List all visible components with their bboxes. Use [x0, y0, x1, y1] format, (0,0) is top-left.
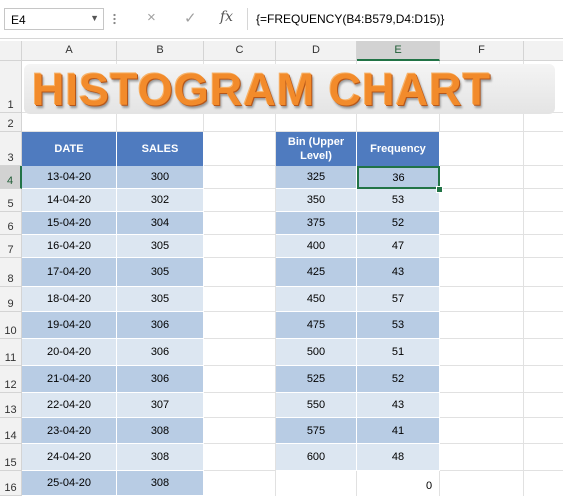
date-cell[interactable]: 13-04-20	[22, 166, 117, 189]
sales-cell[interactable]: 306	[117, 339, 204, 366]
date-cell[interactable]: 15-04-20	[22, 212, 117, 235]
column-header-b[interactable]: B	[117, 41, 204, 61]
sales-cell[interactable]: 308	[117, 418, 204, 444]
row-header-4[interactable]: 4	[0, 166, 22, 189]
sales-cell[interactable]: 306	[117, 312, 204, 339]
frequency-header[interactable]: Frequency	[357, 132, 440, 166]
row-header-3[interactable]: 3	[0, 132, 22, 166]
gridline	[523, 61, 524, 496]
date-cell[interactable]: 22-04-20	[22, 393, 117, 418]
sales-cell[interactable]: 307	[117, 393, 204, 418]
bin-cell[interactable]: 475	[276, 312, 357, 339]
bin-cell[interactable]: 375	[276, 212, 357, 235]
row-header-10[interactable]: 10	[0, 312, 22, 339]
date-cell[interactable]: 24-04-20	[22, 444, 117, 471]
row-header-1[interactable]: 1	[0, 61, 22, 113]
date-cell[interactable]: 21-04-20	[22, 366, 117, 393]
frequency-cell[interactable]: 47	[357, 235, 440, 258]
name-box[interactable]: E4 ▼	[4, 8, 104, 30]
date-cell[interactable]: 18-04-20	[22, 287, 117, 312]
sales-cell[interactable]: 305	[117, 258, 204, 287]
column-header-d[interactable]: D	[276, 41, 357, 61]
date-cell[interactable]: 23-04-20	[22, 418, 117, 444]
column-header-f[interactable]: F	[440, 41, 524, 61]
column-header-e[interactable]: E	[357, 41, 440, 61]
sales-cell[interactable]: 308	[117, 471, 204, 496]
row-header-9[interactable]: 9	[0, 287, 22, 312]
date-cell[interactable]: 19-04-20	[22, 312, 117, 339]
date-cell[interactable]: 16-04-20	[22, 235, 117, 258]
overflow-frequency-cell[interactable]: 0	[426, 480, 432, 492]
row-header-12[interactable]: 12	[0, 366, 22, 393]
function-icon[interactable]: fx	[220, 9, 233, 25]
frequency-cell[interactable]: 52	[357, 366, 440, 393]
sales-cell[interactable]: 304	[117, 212, 204, 235]
sales-cell[interactable]: 302	[117, 189, 204, 212]
bin-cell[interactable]: 550	[276, 393, 357, 418]
bin-cell[interactable]: 500	[276, 339, 357, 366]
row-header-7[interactable]: 7	[0, 235, 22, 258]
date-cell[interactable]: 14-04-20	[22, 189, 117, 212]
sales-cell[interactable]: 306	[117, 366, 204, 393]
date-cell[interactable]: 17-04-20	[22, 258, 117, 287]
date-cell[interactable]: 25-04-20	[22, 471, 117, 496]
grip-icon[interactable]	[113, 13, 116, 25]
frequency-cell[interactable]: 52	[357, 212, 440, 235]
chevron-down-icon[interactable]: ▼	[90, 13, 99, 23]
formula-input[interactable]: {=FREQUENCY(B4:B579,D4:D15)}	[256, 12, 444, 26]
frequency-cell[interactable]: 48	[357, 444, 440, 471]
bin-cell[interactable]: 450	[276, 287, 357, 312]
frequency-cell-active[interactable]: 36	[357, 166, 440, 189]
row-header-14[interactable]: 14	[0, 418, 22, 444]
row-header-13[interactable]: 13	[0, 393, 22, 418]
frequency-cell[interactable]: 53	[357, 189, 440, 212]
frequency-cell[interactable]: 51	[357, 339, 440, 366]
sales-cell[interactable]: 300	[117, 166, 204, 189]
row-header-11[interactable]: 11	[0, 339, 22, 366]
row-header-5[interactable]: 5	[0, 189, 22, 212]
select-all-corner[interactable]	[0, 41, 22, 61]
row-header-6[interactable]: 6	[0, 212, 22, 235]
frequency-cell[interactable]: 53	[357, 312, 440, 339]
row-header-8[interactable]: 8	[0, 258, 22, 287]
frequency-cell[interactable]: 57	[357, 287, 440, 312]
bin-cell[interactable]: 400	[276, 235, 357, 258]
frequency-cell[interactable]: 43	[357, 258, 440, 287]
row-header-16[interactable]: 16	[0, 471, 22, 496]
sales-header-date[interactable]: DATE	[22, 132, 117, 166]
enter-icon[interactable]: ✓	[184, 9, 197, 27]
frequency-cell[interactable]: 43	[357, 393, 440, 418]
name-box-value: E4	[11, 13, 26, 27]
bin-header[interactable]: Bin (Upper Level)	[276, 132, 357, 166]
bin-cell[interactable]: 350	[276, 189, 357, 212]
bin-cell[interactable]: 600	[276, 444, 357, 471]
bin-cell[interactable]: 525	[276, 366, 357, 393]
row-header-2[interactable]: 2	[0, 113, 22, 132]
column-header-c[interactable]: C	[204, 41, 276, 61]
column-header-g[interactable]	[524, 41, 563, 61]
formula-bar: E4 ▼ × ✓ fx {=FREQUENCY(B4:B579,D4:D15)}	[0, 0, 563, 39]
cancel-icon[interactable]: ×	[147, 9, 156, 26]
frequency-cell[interactable]: 41	[357, 418, 440, 444]
formula-separator	[247, 8, 248, 30]
sales-cell[interactable]: 305	[117, 287, 204, 312]
row-header-15[interactable]: 15	[0, 444, 22, 471]
fill-handle[interactable]	[436, 186, 443, 193]
column-header-a[interactable]: A	[22, 41, 117, 61]
sales-cell[interactable]: 305	[117, 235, 204, 258]
page-title: HISTOGRAM CHART	[32, 64, 492, 115]
bin-cell[interactable]: 325	[276, 166, 357, 189]
bin-cell[interactable]: 575	[276, 418, 357, 444]
bin-cell[interactable]: 425	[276, 258, 357, 287]
sales-cell[interactable]: 308	[117, 444, 204, 471]
sales-header-sales[interactable]: SALES	[117, 132, 204, 166]
date-cell[interactable]: 20-04-20	[22, 339, 117, 366]
